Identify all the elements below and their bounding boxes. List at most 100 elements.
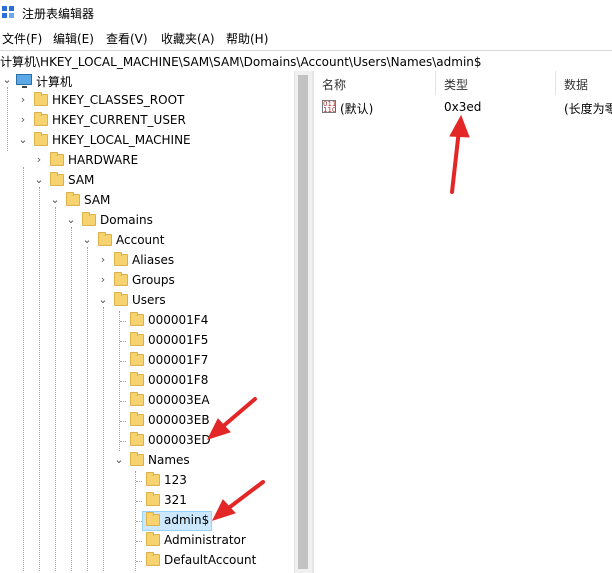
tree-node-label: HARDWARE	[68, 153, 139, 167]
tree-node-label: Administrator	[164, 533, 246, 547]
tree-node-sam-sam[interactable]: ⌄ SAM	[0, 191, 294, 211]
tree-node-sam[interactable]: ⌄ SAM	[0, 171, 294, 191]
tree-node-321[interactable]: 321	[0, 491, 294, 511]
tree-node-123[interactable]: 123	[0, 471, 294, 491]
tree-node-000003ea[interactable]: 000003EA	[0, 391, 294, 411]
tree-node-label: Names	[148, 453, 190, 467]
scrollbar-thumb[interactable]	[298, 75, 308, 569]
chevron-right-icon[interactable]: ›	[33, 154, 45, 166]
tree-node-label: 000001F4	[148, 313, 209, 327]
folder-icon	[114, 272, 128, 286]
tree-node-000001f4[interactable]: 000001F4	[0, 311, 294, 331]
tree-node-label: HKEY_LOCAL_MACHINE	[52, 133, 191, 147]
menu-favorites[interactable]: 收藏夹(A)	[161, 30, 215, 47]
tree-node-names[interactable]: ⌄ Names	[0, 451, 294, 471]
tree-node-label: 000001F8	[148, 373, 209, 387]
folder-icon	[114, 252, 128, 266]
folder-icon	[146, 492, 160, 506]
tree-scrollbar[interactable]	[294, 71, 312, 573]
tree-node-computer[interactable]: ⌄ 计算机	[0, 71, 294, 91]
tree-node-groups[interactable]: › Groups	[0, 271, 294, 291]
menu-file[interactable]: 文件(F)	[2, 30, 42, 47]
title-bar: 注册表编辑器	[0, 0, 612, 26]
tree-node-label: 000001F5	[148, 333, 209, 347]
registry-tree[interactable]: ⌄ 计算机 › HKEY_CLASSES_ROOT › HKEY_CURRENT…	[0, 71, 312, 573]
menu-help[interactable]: 帮助(H)	[226, 30, 268, 47]
tree-node-000001f8[interactable]: 000001F8	[0, 371, 294, 391]
folder-icon	[130, 312, 144, 326]
reg-binary-icon: 011 110	[322, 100, 337, 114]
tree-node-label: 000003ED	[148, 433, 211, 447]
address-bar[interactable]: 计算机\HKEY_LOCAL_MACHINE\SAM\SAM\Domains\A…	[0, 50, 612, 72]
folder-icon	[130, 372, 144, 386]
folder-icon	[146, 552, 160, 566]
address-path[interactable]: 计算机\HKEY_LOCAL_MACHINE\SAM\SAM\Domains\A…	[0, 53, 482, 70]
menu-bar: 文件(F) 编辑(E) 查看(V) 收藏夹(A) 帮助(H)	[0, 27, 612, 47]
folder-icon	[66, 192, 80, 206]
chevron-down-icon[interactable]: ⌄	[97, 294, 109, 306]
value-data: (长度为零	[564, 102, 612, 116]
value-row[interactable]: 011 110 (默认) 0x3ed (长度为零	[314, 97, 612, 117]
tree-node-label: Users	[132, 293, 166, 307]
tree-node-administrator[interactable]: Administrator	[0, 531, 294, 551]
chevron-down-icon[interactable]: ⌄	[49, 194, 61, 206]
tree-node-label: 321	[164, 493, 187, 507]
folder-icon	[130, 352, 144, 366]
tree-node-hkey-current-user[interactable]: › HKEY_CURRENT_USER	[0, 111, 294, 131]
menu-view[interactable]: 查看(V)	[106, 30, 148, 47]
tree-node-label: admin$	[164, 513, 210, 527]
folder-icon	[146, 512, 160, 526]
tree-node-defaultaccount[interactable]: DefaultAccount	[0, 551, 294, 571]
folder-icon	[34, 132, 48, 146]
tree-node-label: Aliases	[132, 253, 175, 267]
values-list[interactable]: 名称 类型 数据 011 110 (默认) 0x3ed (长度为零	[314, 71, 612, 573]
tree-node-label: 000001F7	[148, 353, 209, 367]
registry-editor-icon	[2, 6, 15, 19]
chevron-down-icon[interactable]: ⌄	[113, 454, 125, 466]
folder-icon	[34, 112, 48, 126]
tree-node-hardware[interactable]: › HARDWARE	[0, 151, 294, 171]
folder-icon	[130, 412, 144, 426]
folder-icon	[146, 472, 160, 486]
chevron-down-icon[interactable]: ⌄	[65, 214, 77, 226]
tree-node-hkey-local-machine[interactable]: ⌄ HKEY_LOCAL_MACHINE	[0, 131, 294, 151]
tree-node-account[interactable]: ⌄ Account	[0, 231, 294, 251]
tree-node-users[interactable]: ⌄ Users	[0, 291, 294, 311]
chevron-down-icon[interactable]: ⌄	[17, 134, 29, 146]
tree-node-aliases[interactable]: › Aliases	[0, 251, 294, 271]
tree-node-000003ed[interactable]: 000003ED	[0, 431, 294, 451]
tree-node-label: SAM	[68, 173, 95, 187]
tree-node-label: HKEY_CURRENT_USER	[52, 113, 186, 127]
tree-node-000001f7[interactable]: 000001F7	[0, 351, 294, 371]
tree-node-admin-selected[interactable]: admin$	[0, 511, 294, 531]
folder-icon	[130, 452, 144, 466]
window-title: 注册表编辑器	[22, 7, 95, 21]
chevron-down-icon[interactable]: ⌄	[81, 234, 93, 246]
chevron-right-icon[interactable]: ›	[17, 114, 29, 126]
tree-node-label: Account	[116, 233, 165, 247]
folder-icon	[98, 232, 112, 246]
tree-node-label: HKEY_CLASSES_ROOT	[52, 93, 185, 107]
chevron-right-icon[interactable]: ›	[97, 274, 109, 286]
tree-node-000001f5[interactable]: 000001F5	[0, 331, 294, 351]
tree-node-label: 000003EA	[148, 393, 210, 407]
folder-icon	[130, 392, 144, 406]
folder-icon	[82, 212, 96, 226]
folder-icon	[146, 532, 160, 546]
tree-node-domains[interactable]: ⌄ Domains	[0, 211, 294, 231]
tree-node-label: SAM	[84, 193, 111, 207]
chevron-down-icon[interactable]: ⌄	[33, 174, 45, 186]
chevron-down-icon[interactable]: ⌄	[1, 74, 13, 86]
value-name: (默认)	[340, 102, 374, 116]
column-header-type[interactable]: 类型	[436, 71, 556, 95]
menu-edit[interactable]: 编辑(E)	[53, 30, 94, 47]
column-header-data[interactable]: 数据	[556, 71, 612, 95]
column-header-name[interactable]: 名称	[314, 71, 436, 95]
tree-node-hkey-classes-root[interactable]: › HKEY_CLASSES_ROOT	[0, 91, 294, 111]
folder-icon	[114, 292, 128, 306]
folder-icon	[130, 432, 144, 446]
folder-icon	[50, 172, 64, 186]
chevron-right-icon[interactable]: ›	[17, 94, 29, 106]
tree-node-000003eb[interactable]: 000003EB	[0, 411, 294, 431]
chevron-right-icon[interactable]: ›	[97, 254, 109, 266]
